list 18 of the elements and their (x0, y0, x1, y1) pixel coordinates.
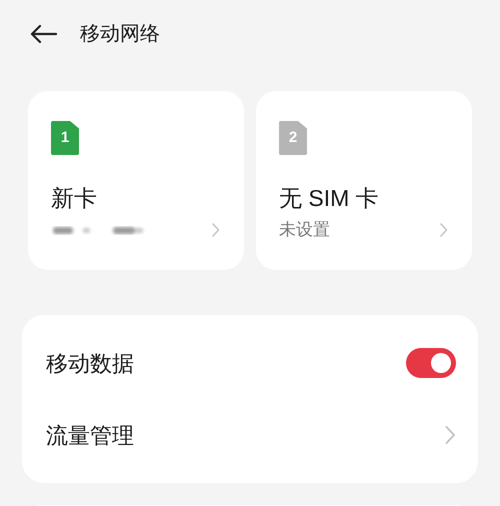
settings-row[interactable]: 流量管理 (22, 399, 478, 471)
sim-name: 无 SIM 卡 (279, 184, 380, 213)
back-button[interactable] (30, 22, 58, 46)
page-title: 移动网络 (80, 22, 160, 47)
setting-label: 移动数据 (46, 350, 134, 378)
setting-label: 流量管理 (46, 422, 134, 450)
sim-name: 新卡 (51, 184, 98, 213)
settings-row[interactable]: 移动数据 (22, 327, 478, 399)
sim-card-icon: 1 (51, 121, 79, 155)
chevron-right-icon (444, 424, 456, 446)
toggle-switch[interactable] (406, 348, 456, 378)
sim-card-tile[interactable]: 1 新卡 (28, 91, 244, 270)
back-arrow-icon (30, 24, 57, 44)
sim-card-icon: 2 (279, 121, 307, 155)
chevron-right-icon (439, 222, 448, 238)
sim-card-tile[interactable]: 2 无 SIM 卡 未设置 (256, 91, 472, 270)
sim-status: 未设置 (279, 219, 330, 242)
chevron-right-icon (211, 222, 220, 238)
